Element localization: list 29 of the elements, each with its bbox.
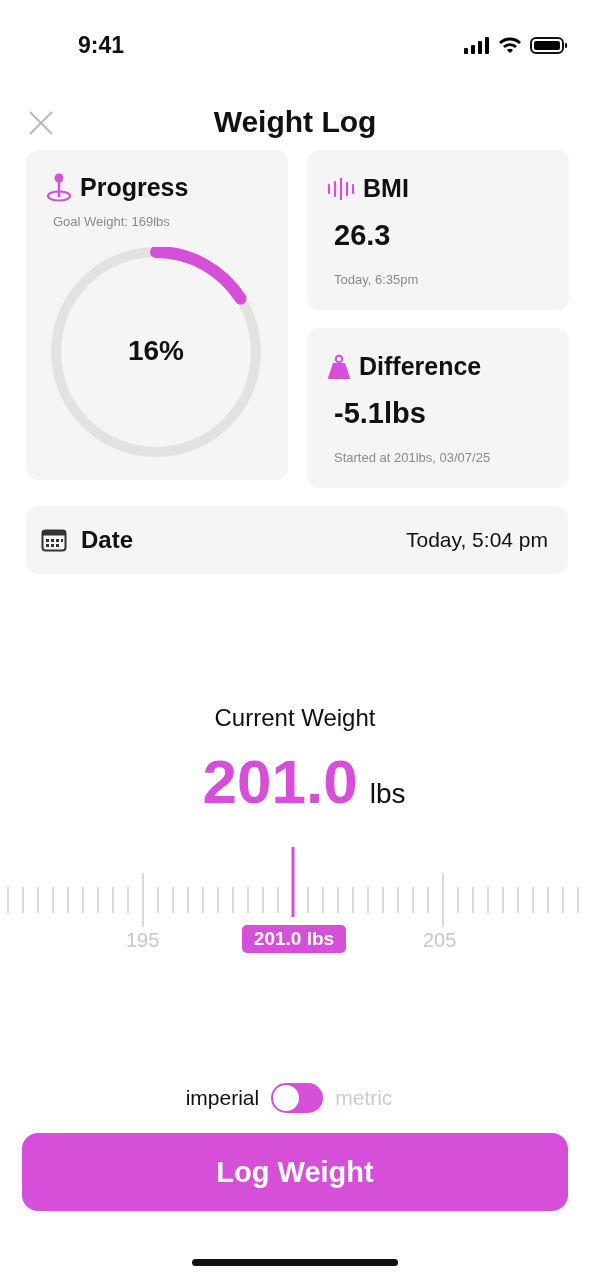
signal-icon [464, 36, 490, 54]
status-time: 9:41 [78, 31, 125, 59]
close-icon[interactable] [28, 110, 54, 136]
kettlebell-icon [327, 353, 351, 380]
battery-icon [530, 36, 568, 54]
start-info: Started at 201lbs, 03/07/25 [334, 450, 492, 465]
wifi-icon [498, 36, 522, 54]
weight-unit: lbs [369, 778, 406, 810]
weight-value: 201.0 [202, 746, 358, 817]
calendar-icon [41, 528, 67, 552]
current-weight-label: Current Weight [213, 704, 377, 732]
progress-percent: 16% [126, 335, 185, 367]
pin-icon [46, 172, 72, 202]
screen-title: Weight Log [213, 105, 377, 139]
card-title: BMI [363, 174, 409, 203]
date-label: Date [81, 526, 134, 554]
sound-wave-icon [327, 177, 355, 200]
bmi-value: 26.3 [334, 219, 392, 252]
date-row[interactable]: Date Today, 5:04 pm [26, 506, 568, 574]
log-weight-button[interactable]: Log Weight [22, 1133, 568, 1211]
bmi-time: Today, 6:35pm [334, 272, 420, 287]
difference-value: -5.1lbs [334, 397, 427, 430]
date-value: Today, 5:04 pm [405, 528, 548, 552]
card-title: Progress [80, 172, 189, 202]
selected-weight-badge: 201.0 lbs [242, 925, 346, 953]
unit-toggle[interactable] [271, 1083, 324, 1113]
goal-weight: Goal Weight: 169lbs [53, 214, 171, 229]
card-title: Difference [359, 352, 482, 381]
unit-option[interactable]: imperial [185, 1086, 260, 1110]
